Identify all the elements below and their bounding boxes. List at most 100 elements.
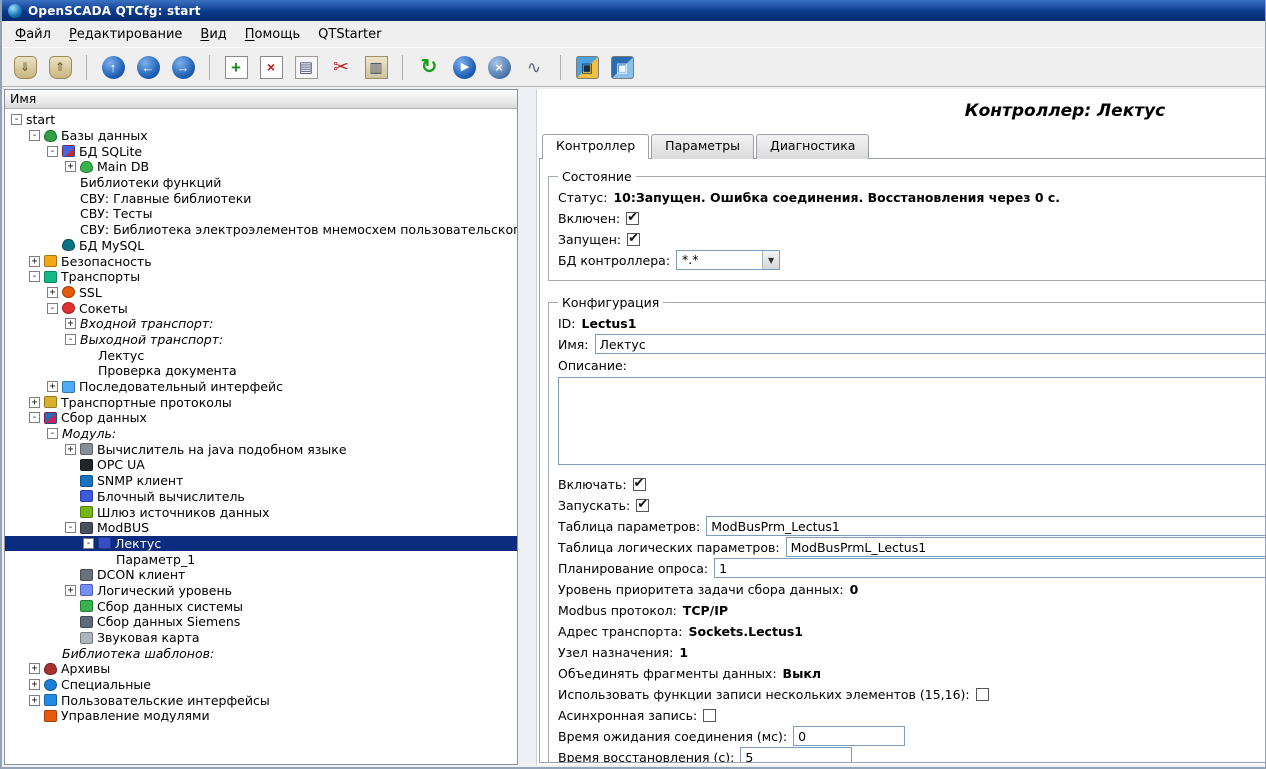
title-bar[interactable]: OpenSCADA QTCfg: start bbox=[2, 0, 1265, 21]
tree-item[interactable]: OPC UA bbox=[5, 457, 517, 473]
restore-time-input[interactable] bbox=[740, 747, 852, 763]
tree-item[interactable]: Параметр_1 bbox=[5, 551, 517, 567]
collapse-icon[interactable]: - bbox=[83, 538, 94, 549]
expand-icon[interactable]: + bbox=[29, 397, 40, 408]
tree-item[interactable]: Проверка документа bbox=[5, 363, 517, 379]
tree-item[interactable]: Блочный вычислитель bbox=[5, 489, 517, 505]
expand-icon[interactable]: + bbox=[65, 161, 76, 172]
expand-icon[interactable]: + bbox=[29, 695, 40, 706]
tree-item[interactable]: +Последовательный интерфейс bbox=[5, 379, 517, 395]
description-textarea[interactable] bbox=[558, 377, 1265, 465]
tree-item[interactable]: -Базы данных bbox=[5, 128, 517, 144]
conn-timeout-input[interactable] bbox=[793, 726, 905, 746]
collapse-icon[interactable]: - bbox=[65, 522, 76, 533]
running-checkbox[interactable] bbox=[627, 233, 640, 246]
save-to-db-button[interactable]: ⇑ bbox=[45, 52, 75, 82]
expand-icon[interactable]: + bbox=[29, 256, 40, 267]
menu-view[interactable]: Вид bbox=[191, 23, 235, 46]
tree-item[interactable]: -start bbox=[5, 112, 517, 128]
param-table-input[interactable] bbox=[706, 516, 1265, 536]
tree-item[interactable]: -Сбор данных bbox=[5, 410, 517, 426]
tree-item[interactable]: Сбор данных системы bbox=[5, 598, 517, 614]
tree-item[interactable]: +Специальные bbox=[5, 677, 517, 693]
tree-item[interactable]: -Лектус bbox=[5, 536, 517, 552]
menu-qtstarter[interactable]: QTStarter bbox=[309, 23, 390, 46]
back-button[interactable]: ← bbox=[133, 52, 163, 82]
stop-button[interactable]: × bbox=[484, 52, 514, 82]
menu-file[interactable]: Файл bbox=[6, 23, 60, 46]
tab-parameters[interactable]: Параметры bbox=[651, 134, 754, 159]
menu-edit[interactable]: Редактирование bbox=[60, 23, 191, 46]
expand-icon[interactable]: + bbox=[29, 679, 40, 690]
delete-item-button[interactable]: × bbox=[256, 52, 286, 82]
menu-help[interactable]: Помощь bbox=[236, 23, 309, 46]
multi-write-funcs-checkbox[interactable] bbox=[976, 688, 989, 701]
tab-controller[interactable]: Контроллер bbox=[542, 134, 649, 159]
enabled-checkbox[interactable] bbox=[626, 212, 639, 225]
tree-item[interactable]: +Пользовательские интерфейсы bbox=[5, 692, 517, 708]
dropdown-arrow-icon[interactable]: ▼ bbox=[762, 251, 779, 269]
tree-item[interactable]: Шлюз источников данных bbox=[5, 504, 517, 520]
expand-icon[interactable]: + bbox=[65, 585, 76, 596]
whats-this-button[interactable]: ∿ bbox=[519, 52, 549, 82]
collapse-icon[interactable]: - bbox=[65, 334, 76, 345]
tree-item[interactable]: +Транспортные протоколы bbox=[5, 394, 517, 410]
async-write-checkbox[interactable] bbox=[703, 709, 716, 722]
cut-item-button[interactable]: ✂ bbox=[326, 52, 356, 82]
start-button[interactable]: ▶ bbox=[449, 52, 479, 82]
tree-item[interactable]: СВУ: Тесты bbox=[5, 206, 517, 222]
paste-item-button[interactable]: ▥ bbox=[361, 52, 391, 82]
up-button[interactable]: ↑ bbox=[98, 52, 128, 82]
tree-item[interactable]: Лектус bbox=[5, 347, 517, 363]
expand-icon[interactable]: + bbox=[47, 287, 58, 298]
tree-item[interactable]: Звуковая карта bbox=[5, 630, 517, 646]
collapse-icon[interactable]: - bbox=[11, 114, 22, 125]
tree-item[interactable]: -Выходной транспорт: bbox=[5, 332, 517, 348]
expand-icon[interactable]: + bbox=[65, 318, 76, 329]
name-input[interactable] bbox=[595, 334, 1265, 354]
forward-button[interactable]: → bbox=[168, 52, 198, 82]
load-from-db-button[interactable]: ⇓ bbox=[10, 52, 40, 82]
collapse-icon[interactable]: - bbox=[47, 303, 58, 314]
expand-icon[interactable]: + bbox=[47, 381, 58, 392]
tree-item[interactable]: -Транспорты bbox=[5, 269, 517, 285]
tree-item[interactable]: Сбор данных Siemens bbox=[5, 614, 517, 630]
add-item-button[interactable]: + bbox=[221, 52, 251, 82]
collapse-icon[interactable]: - bbox=[29, 130, 40, 141]
collapse-icon[interactable]: - bbox=[47, 146, 58, 157]
collapse-icon[interactable]: - bbox=[29, 412, 40, 423]
controller-db-combobox[interactable]: *.*▼ bbox=[676, 250, 780, 270]
tree-item[interactable]: -БД SQLite bbox=[5, 143, 517, 159]
tree-item[interactable]: DCON клиент bbox=[5, 567, 517, 583]
tree-item[interactable]: +Безопасность bbox=[5, 253, 517, 269]
tree-item[interactable]: +Входной транспорт: bbox=[5, 316, 517, 332]
refresh-button[interactable]: ↻ bbox=[414, 52, 444, 82]
to-start-checkbox[interactable] bbox=[636, 499, 649, 512]
qtcfg-button[interactable]: ▣ bbox=[572, 52, 602, 82]
to-enable-checkbox[interactable] bbox=[633, 478, 646, 491]
tree-item[interactable]: -Сокеты bbox=[5, 300, 517, 316]
tree-item[interactable]: +Main DB bbox=[5, 159, 517, 175]
tree-item[interactable]: +Логический уровень bbox=[5, 583, 517, 599]
tree-item[interactable]: Библиотеки функций bbox=[5, 175, 517, 191]
tree-item[interactable]: +Вычислитель на java подобном языке bbox=[5, 441, 517, 457]
tree-item[interactable]: Библиотека шаблонов: bbox=[5, 645, 517, 661]
expand-icon[interactable]: + bbox=[65, 444, 76, 455]
tree-item[interactable]: +SSL bbox=[5, 285, 517, 301]
logical-param-table-input[interactable] bbox=[786, 537, 1265, 557]
tree-item[interactable]: СВУ: Библиотека электроэлементов мнемосх… bbox=[5, 222, 517, 238]
copy-item-button[interactable]: ▤ bbox=[291, 52, 321, 82]
vision-button[interactable]: ▣ bbox=[607, 52, 637, 82]
tree-item[interactable]: Управление модулями bbox=[5, 708, 517, 724]
tree-column-header[interactable]: Имя bbox=[5, 90, 517, 109]
collapse-icon[interactable]: - bbox=[29, 271, 40, 282]
tree-item[interactable]: БД MySQL bbox=[5, 238, 517, 254]
tree-item[interactable]: SNMP клиент bbox=[5, 473, 517, 489]
tree-item[interactable]: -ModBUS bbox=[5, 520, 517, 536]
tab-diagnostics[interactable]: Диагностика bbox=[756, 134, 869, 159]
tree-item[interactable]: -Модуль: bbox=[5, 426, 517, 442]
expand-icon[interactable]: + bbox=[29, 663, 40, 674]
collapse-icon[interactable]: - bbox=[47, 428, 58, 439]
poll-schedule-input[interactable] bbox=[714, 558, 1265, 578]
tree-item[interactable]: +Архивы bbox=[5, 661, 517, 677]
